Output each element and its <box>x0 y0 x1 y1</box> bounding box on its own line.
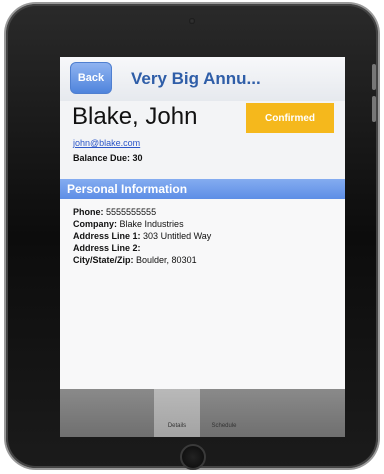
tab-schedule-label: Schedule <box>211 423 237 429</box>
cityzip-label: City/State/Zip: <box>73 255 134 265</box>
address2-label: Address Line 2: <box>73 243 141 253</box>
address1-value: 303 Untitled Way <box>143 231 212 241</box>
tab-schedule[interactable]: Schedule <box>202 389 246 437</box>
company-row: Company: Blake Industries <box>73 219 184 229</box>
balance-due: Balance Due: 30 <box>73 153 143 163</box>
section-header: Personal Information <box>60 179 345 199</box>
phone-label: Phone: <box>73 207 104 217</box>
header-bar: Back Very Big Annu... <box>60 57 345 101</box>
cityzip-value: Boulder, 80301 <box>136 255 197 265</box>
city-state-zip-row: City/State/Zip: Boulder, 80301 <box>73 255 197 265</box>
app-screen: Back Very Big Annu... Blake, John Confir… <box>60 57 345 437</box>
phone-row: Phone: 5555555555 <box>73 207 156 217</box>
email-link[interactable]: john@blake.com <box>73 138 140 148</box>
camera-icon <box>189 18 195 24</box>
status-badge[interactable]: Confirmed <box>246 103 334 133</box>
company-label: Company: <box>73 219 118 229</box>
tablet-frame: Back Very Big Annu... Blake, John Confir… <box>6 4 378 470</box>
personal-info-panel: Phone: 5555555555 Company: Blake Industr… <box>60 199 345 389</box>
address2-row: Address Line 2: <box>73 243 141 253</box>
address1-row: Address Line 1: 303 Untitled Way <box>73 231 211 241</box>
address1-label: Address Line 1: <box>73 231 141 241</box>
volume-up-button[interactable] <box>372 64 376 90</box>
contact-name: Blake, John <box>72 103 198 130</box>
phone-value: 5555555555 <box>106 207 157 217</box>
volume-down-button[interactable] <box>372 96 376 122</box>
balance-value: 30 <box>132 153 143 163</box>
tab-details[interactable]: Details <box>154 389 200 437</box>
tab-details-label: Details <box>167 423 187 429</box>
tab-bar: Details Schedule <box>60 389 345 437</box>
home-button[interactable] <box>180 444 206 470</box>
section-title: Personal Information <box>67 182 188 196</box>
company-value: Blake Industries <box>119 219 184 229</box>
page-title: Very Big Annu... <box>131 69 261 88</box>
balance-label: Balance Due: <box>73 153 131 163</box>
back-button[interactable]: Back <box>70 62 112 94</box>
